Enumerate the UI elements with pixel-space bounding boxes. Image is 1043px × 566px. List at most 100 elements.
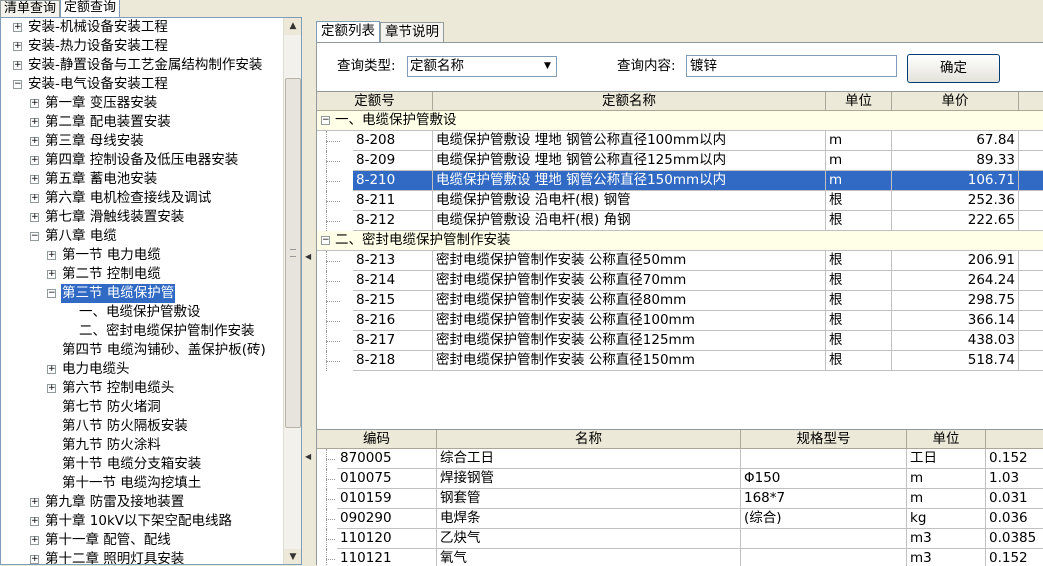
group-row[interactable]: − 一、电缆保护管敷设 — [317, 111, 1043, 131]
quota-row[interactable]: 8-216 密封电缆保护管制作安装 公称直径100mm 根 366.14 — [317, 311, 1043, 331]
quota-row[interactable]: 8-210 电缆保护管敷设 埋地 钢管公称直径150mm以内 m 106.71 — [317, 171, 1043, 191]
tree-item[interactable]: − 第三节 电缆保护管 — [1, 284, 284, 303]
collapse-minus-icon[interactable]: − — [47, 289, 56, 298]
tab-quota-list[interactable]: 定额列表 — [316, 21, 380, 42]
tree-item[interactable]: + 安装-静置设备与工艺金属结构制作安装 — [1, 56, 284, 75]
tree-item[interactable]: 第九节 防火涂料 — [1, 436, 284, 455]
tree-item[interactable]: 二、密封电缆保护管制作安装 — [1, 322, 284, 341]
confirm-button[interactable]: 确定 — [907, 54, 1000, 83]
col-price-header[interactable]: 单价 — [892, 92, 1019, 110]
expand-plus-icon[interactable]: + — [47, 365, 56, 374]
col-qty-header[interactable] — [986, 430, 1043, 448]
tree-item[interactable]: 第十一节 电缆沟挖填土 — [1, 474, 284, 493]
col-spec-header[interactable]: 规格型号 — [741, 430, 907, 448]
tree-item[interactable]: 第十节 电缆分支箱安装 — [1, 455, 284, 474]
col-name-header[interactable]: 定额名称 — [433, 92, 826, 110]
expand-plus-icon[interactable]: + — [13, 42, 22, 51]
query-content-input[interactable]: 镀锌 — [686, 55, 897, 77]
tree-item[interactable]: + 第九章 防雷及接地装置 — [1, 493, 284, 512]
collapse-minus-icon[interactable]: − — [321, 236, 330, 245]
expand-plus-icon[interactable]: + — [30, 99, 39, 108]
col-mname-header[interactable]: 名称 — [437, 430, 741, 448]
material-row[interactable]: 010159 钢套管 168*7 m 0.031 — [317, 489, 1043, 509]
col-munit-header[interactable]: 单位 — [907, 430, 986, 448]
expand-plus-icon[interactable]: + — [47, 384, 56, 393]
tree-item[interactable]: + 第十一章 配管、配线 — [1, 531, 284, 550]
expand-plus-icon[interactable]: + — [30, 536, 39, 545]
material-row[interactable]: 110120 乙炔气 m3 0.0385 — [317, 529, 1043, 549]
tree-item[interactable]: − 第八章 电缆 — [1, 227, 284, 246]
chevron-down-icon[interactable]: ▼ — [539, 57, 556, 76]
material-row[interactable]: 870005 综合工日 工日 0.152 — [317, 449, 1043, 469]
quota-row[interactable]: 8-214 密封电缆保护管制作安装 公称直径70mm 根 264.24 — [317, 271, 1043, 291]
col-unit-header[interactable]: 单位 — [826, 92, 892, 110]
expand-plus-icon[interactable]: + — [30, 156, 39, 165]
quota-row[interactable]: 8-212 电缆保护管敷设 沿电杆(根) 角钢根 222.65 — [317, 211, 1043, 231]
tree-item[interactable]: 第八节 防火隔板安装 — [1, 417, 284, 436]
expand-plus-icon[interactable]: + — [30, 498, 39, 507]
tree-item[interactable]: 第七节 防火堵洞 — [1, 398, 284, 417]
col-code-header[interactable]: 定额号 — [317, 92, 433, 110]
query-type-select[interactable]: 定额名称 ▼ — [407, 56, 557, 77]
scroll-thumb[interactable] — [285, 78, 301, 428]
collapse-minus-icon[interactable]: − — [321, 116, 330, 125]
expand-plus-icon[interactable]: + — [13, 23, 22, 32]
quota-row[interactable]: 8-211 电缆保护管敷设 沿电杆(根) 钢管根 252.36 — [317, 191, 1043, 211]
quota-row[interactable]: 8-218 密封电缆保护管制作安装 公称直径150mm 根 518.74 — [317, 351, 1043, 371]
tree-item[interactable]: + 第一章 变压器安装 — [1, 94, 284, 113]
tree-item[interactable]: + 电力电缆头 — [1, 360, 284, 379]
expand-plus-icon[interactable]: + — [47, 270, 56, 279]
scroll-down-button[interactable]: ▼ — [284, 549, 301, 564]
tree-item[interactable]: + 第二章 配电装置安装 — [1, 113, 284, 132]
expand-plus-icon[interactable]: + — [30, 118, 39, 127]
query-content-label: 查询内容: — [617, 58, 676, 74]
tree-item[interactable]: + 安装-机械设备安装工程 — [1, 18, 284, 37]
tree-item[interactable]: + 第二节 控制电缆 — [1, 265, 284, 284]
quota-row[interactable]: 8-215 密封电缆保护管制作安装 公称直径80mm 根 298.75 — [317, 291, 1043, 311]
scroll-up-button[interactable]: ▲ — [284, 18, 301, 35]
expand-plus-icon[interactable]: + — [30, 194, 39, 203]
material-row[interactable]: 010075 焊接钢管 Φ150 m 1.03 — [317, 469, 1043, 489]
panel-splitter[interactable]: ◀ ◀ — [302, 17, 316, 565]
expand-plus-icon[interactable]: + — [30, 555, 39, 564]
tree-item[interactable]: + 第五章 蓄电池安装 — [1, 170, 284, 189]
tree-item[interactable]: + 第十章 10kV以下架空配电线路 — [1, 512, 284, 531]
group-row[interactable]: − 二、密封电缆保护管制作安装 — [317, 231, 1043, 251]
collapse-left-icon[interactable]: ◀ — [305, 252, 311, 261]
tree-item[interactable]: + 第七章 滑触线装置安装 — [1, 208, 284, 227]
quota-row[interactable]: 8-217 密封电缆保护管制作安装 公称直径125mm 根 438.03 — [317, 331, 1043, 351]
collapse-minus-icon[interactable]: − — [13, 80, 22, 89]
tree-item[interactable]: + 安装-热力设备安装工程 — [1, 37, 284, 56]
col-mcode-header[interactable]: 编码 — [317, 430, 437, 448]
expand-plus-icon[interactable]: + — [30, 213, 39, 222]
tree-item[interactable]: 第四节 电缆沟铺砂、盖保护板(砖) — [1, 341, 284, 360]
material-cell-name: 钢套管 — [437, 489, 741, 509]
expand-plus-icon[interactable]: + — [30, 517, 39, 526]
tab-chapter-notes[interactable]: 章节说明 — [380, 22, 444, 42]
tree-scrollbar[interactable]: ▲ ▼ — [283, 18, 301, 564]
quota-cell-extra — [1019, 171, 1043, 191]
tree-item[interactable]: + 第六节 控制电缆头 — [1, 379, 284, 398]
row-tree-line — [317, 131, 353, 151]
quota-row[interactable]: 8-213 密封电缆保护管制作安装 公称直径50mm 根 206.91 — [317, 251, 1043, 271]
expand-plus-icon[interactable]: + — [13, 61, 22, 70]
tab-list-query[interactable]: 清单查询 — [0, 0, 61, 17]
tree-item[interactable]: + 第四章 控制设备及低压电器安装 — [1, 151, 284, 170]
tree-item[interactable]: 一、电缆保护管敷设 — [1, 303, 284, 322]
tree-item[interactable]: + 第三章 母线安装 — [1, 132, 284, 151]
tree-item[interactable]: + 第十二章 照明灯具安装 — [1, 550, 284, 564]
quota-row[interactable]: 8-208 电缆保护管敷设 埋地 钢管公称直径100mm以内 m 67.84 — [317, 131, 1043, 151]
material-row[interactable]: 090290 电焊条 (综合) kg 0.036 — [317, 509, 1043, 529]
material-cell-name: 乙炔气 — [437, 529, 741, 549]
tree-item[interactable]: + 第一节 电力电缆 — [1, 246, 284, 265]
expand-plus-icon[interactable]: + — [47, 251, 56, 260]
tree-item[interactable]: + 第六章 电机检查接线及调试 — [1, 189, 284, 208]
collapse-minus-icon[interactable]: − — [30, 232, 39, 241]
tab-quota-query[interactable]: 定额查询 — [60, 0, 121, 17]
expand-plus-icon[interactable]: + — [30, 137, 39, 146]
tree-item[interactable]: − 安装-电气设备安装工程 — [1, 75, 284, 94]
material-row[interactable]: 110121 氧气 m3 0.152 — [317, 549, 1043, 566]
expand-plus-icon[interactable]: + — [30, 175, 39, 184]
collapse-left-icon-2[interactable]: ◀ — [305, 452, 311, 461]
quota-row[interactable]: 8-209 电缆保护管敷设 埋地 钢管公称直径125mm以内 m 89.33 — [317, 151, 1043, 171]
